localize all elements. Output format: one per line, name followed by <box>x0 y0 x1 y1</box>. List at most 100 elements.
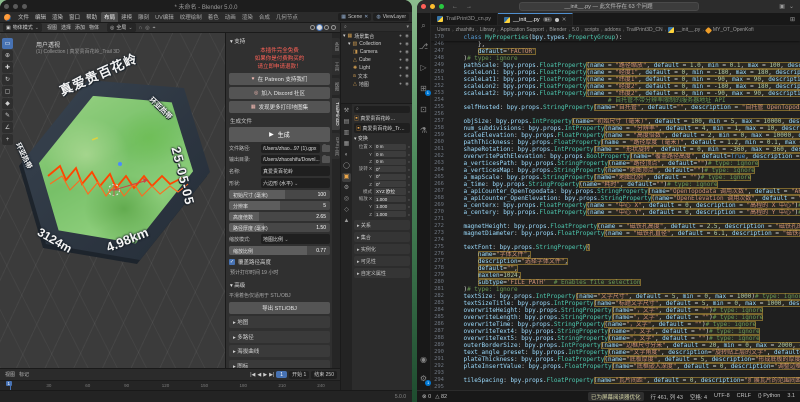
account-icon[interactable]: ◉ <box>420 355 427 365</box>
collapsed-panel-集合[interactable]: ▸ 集合 <box>354 232 410 242</box>
menu-文件[interactable]: 文件 <box>15 12 32 22</box>
problems-count[interactable]: ⊗ 0 <box>422 394 431 400</box>
sticky-scroll-line[interactable]: 170 class MyProperties(bpy.types.Propert… <box>431 34 800 41</box>
outliner-row-Collection[interactable]: ▾▧Collection● ◉ <box>341 40 412 48</box>
status-item[interactable]: 空格: 4 <box>690 393 707 401</box>
field-value[interactable]: /Users/zhaoshifu/Downl... <box>261 155 320 164</box>
menu-渲染[interactable]: 渲染 <box>49 12 66 22</box>
source-control-icon[interactable]: ⎇ <box>419 42 428 52</box>
properties-search-input[interactable]: ⌕ <box>354 106 410 113</box>
data-tab[interactable]: ▲ <box>342 217 351 226</box>
physics-tab[interactable]: ◎ <box>342 195 351 204</box>
outliner-options-icon[interactable]: ▾ <box>406 24 409 30</box>
scale-slider[interactable]: 缩放比例0.77 <box>229 246 330 255</box>
lock-icon[interactable]: ○ <box>408 159 410 164</box>
lock-icon[interactable]: ○ <box>408 204 410 209</box>
slider-分辨率[interactable]: 分辨率5 <box>229 201 330 210</box>
advanced-panel-header[interactable]: ▾ 高级 <box>229 279 330 291</box>
visibility-toggles[interactable]: ● ◉ <box>399 41 412 47</box>
overwrite-path-checkbox[interactable]: ✓覆盖路径高度 <box>229 258 330 266</box>
breadcrumb-item[interactable]: 5.0 <box>572 27 579 33</box>
material-shading-icon[interactable] <box>324 25 329 30</box>
filter-icon[interactable]: ⌕ <box>344 24 347 30</box>
workspace-tab-渲染[interactable]: 渲染 <box>239 12 256 22</box>
breadcrumb-item[interactable]: Blender <box>549 27 566 33</box>
object-name-field[interactable]: ▣ 真爱贵百花岭_Tr… <box>354 123 410 133</box>
vscode-titlebar[interactable]: ← → __init__.py — 此文件存在 63 个问题 ▣ ⌄ <box>417 0 800 13</box>
status-item[interactable]: CRLF <box>737 393 751 401</box>
blender-titlebar[interactable]: * 未命名 - Blender 5.0.0 <box>0 0 412 12</box>
collapsed-panel-图标[interactable]: ▸ 图标 <box>229 360 330 369</box>
rendered-shading-icon[interactable] <box>331 25 336 30</box>
transform-value[interactable]: 0 m <box>374 144 406 150</box>
nav-forward-icon[interactable]: → <box>466 4 472 10</box>
viewlayer-selector[interactable]: ◍ ViewLayer <box>373 13 409 21</box>
constraint-tab[interactable]: ◇ <box>342 206 351 215</box>
outliner-row-Cube[interactable]: △Cube● ◉ <box>341 56 412 64</box>
unlink-icon[interactable]: ✕ <box>364 14 368 20</box>
visibility-toggles[interactable]: ● ◉ <box>399 49 412 55</box>
breadcrumb[interactable]: Users›zhashifu›Library›Application Suppo… <box>431 26 800 34</box>
visibility-toggles[interactable]: ● ◉ <box>399 33 412 39</box>
lock-icon[interactable]: ○ <box>408 167 410 172</box>
outliner-row-场景集合[interactable]: ▾▦场景集合● ◉ <box>341 32 412 40</box>
solid-shading-icon[interactable] <box>317 25 322 30</box>
lock-icon[interactable]: ○ <box>408 174 410 179</box>
breadcrumb-item[interactable]: zhashifu <box>456 27 475 33</box>
close-tab-icon[interactable]: ✕ <box>562 17 567 23</box>
viewlayer-tab[interactable]: ▦ <box>342 140 351 149</box>
problems-count[interactable]: △ 82 <box>435 394 447 400</box>
collapsed-panel-海拔曲线[interactable]: ▸ 海拔曲线 <box>229 345 330 357</box>
workspace-tab-合成[interactable]: 合成 <box>256 12 273 22</box>
workspace-tab-纹理绘制[interactable]: 纹理绘制 <box>177 12 205 22</box>
lock-icon[interactable]: ○ <box>408 144 410 149</box>
collapsed-panel-实例化[interactable]: ▸ 实例化 <box>354 244 410 254</box>
extensions-icon[interactable]: ⊞1 <box>420 84 427 94</box>
testing-icon[interactable]: ⚗ <box>420 126 427 136</box>
field-value[interactable]: 六边形 (水平) ⌄ <box>261 178 330 188</box>
breadcrumb-item[interactable]: Users <box>437 27 450 33</box>
command-center[interactable]: __init__.py — 此文件存在 63 个问题 <box>519 2 699 11</box>
transform-section-header[interactable]: ▾ 变换 <box>354 135 410 142</box>
breadcrumb-item[interactable]: MY_OT_OpenKofi <box>713 27 754 33</box>
outliner-row-Camera[interactable]: ◨Camera● ◉ <box>341 48 412 56</box>
rotate-tool[interactable]: ↻ <box>2 74 13 85</box>
lock-icon[interactable]: ○ <box>408 189 410 194</box>
menu-窗口[interactable]: 窗口 <box>66 12 83 22</box>
modifier-tab[interactable]: ⚙ <box>342 184 351 193</box>
workspace-tab-布局[interactable]: 布局 <box>101 12 118 22</box>
minimize-window-icon[interactable] <box>430 4 435 9</box>
transform-tool[interactable]: ◆ <box>2 98 13 109</box>
toggle-panel-icon[interactable]: ▣ <box>779 3 785 10</box>
patreon-button[interactable]: ♥在 Patreon 支持我们 <box>229 73 330 85</box>
run-debug-icon[interactable]: ▷ <box>420 63 426 73</box>
viewport-menu-物体[interactable]: 物体 <box>87 23 101 32</box>
outliner-row-Light[interactable]: ✺Light● ◉ <box>341 64 412 72</box>
sidebar-tab-工具[interactable]: 工具 <box>332 58 340 75</box>
status-item[interactable]: 3.1 <box>787 393 795 401</box>
breadcrumb-item[interactable]: __init__.py <box>676 27 700 33</box>
collapsed-panel-地图[interactable]: ▸ 地图 <box>229 316 330 328</box>
mode-dropdown[interactable]: ▣ 物体模式 ⌄ <box>3 23 42 32</box>
collapsed-panel-自定义属性[interactable]: ▸ 自定义属性 <box>354 268 410 278</box>
maximize-window-icon[interactable] <box>439 4 444 9</box>
timeline-editor[interactable]: 视图标记 |◀ ◀ ▶ ▶| 1 开始 1 结束 250 1 <box>0 368 340 390</box>
remote-explorer-icon[interactable]: ⊡ <box>420 105 427 115</box>
visibility-toggles[interactable]: ● ◉ <box>399 81 412 87</box>
workspace-tab-动画[interactable]: 动画 <box>222 12 239 22</box>
editor-tab-TrailPrint3D_cn.py[interactable]: TrailPrint3D_cn.py <box>431 13 498 25</box>
play-reverse-button[interactable]: ◀ <box>257 372 261 378</box>
outliner-row-文本[interactable]: a文本● ◉ <box>341 72 412 80</box>
lock-icon[interactable]: ○ <box>408 197 410 202</box>
workspace-tab-着色[interactable]: 着色 <box>205 12 222 22</box>
sidebar-tab-GPX工具[interactable]: GPX工具 <box>332 133 340 160</box>
sidebar-tab-条目[interactable]: 条目 <box>332 38 340 55</box>
jump-start-button[interactable]: |◀ <box>250 372 255 378</box>
output-tab[interactable]: ▥ <box>342 129 351 138</box>
support-panel-header[interactable]: ▾ 支持 <box>229 35 330 47</box>
sidebar-tab-视图[interactable]: 视图 <box>332 78 340 95</box>
sidebar-tab-TrailPrint3D[interactable]: TrailPrint3D <box>332 98 340 130</box>
annotate-tool[interactable]: ✎ <box>2 110 13 121</box>
measure-tool[interactable]: ∠ <box>2 122 13 133</box>
orientation-dropdown[interactable]: ◎ 全局 ⌄ <box>107 23 136 32</box>
